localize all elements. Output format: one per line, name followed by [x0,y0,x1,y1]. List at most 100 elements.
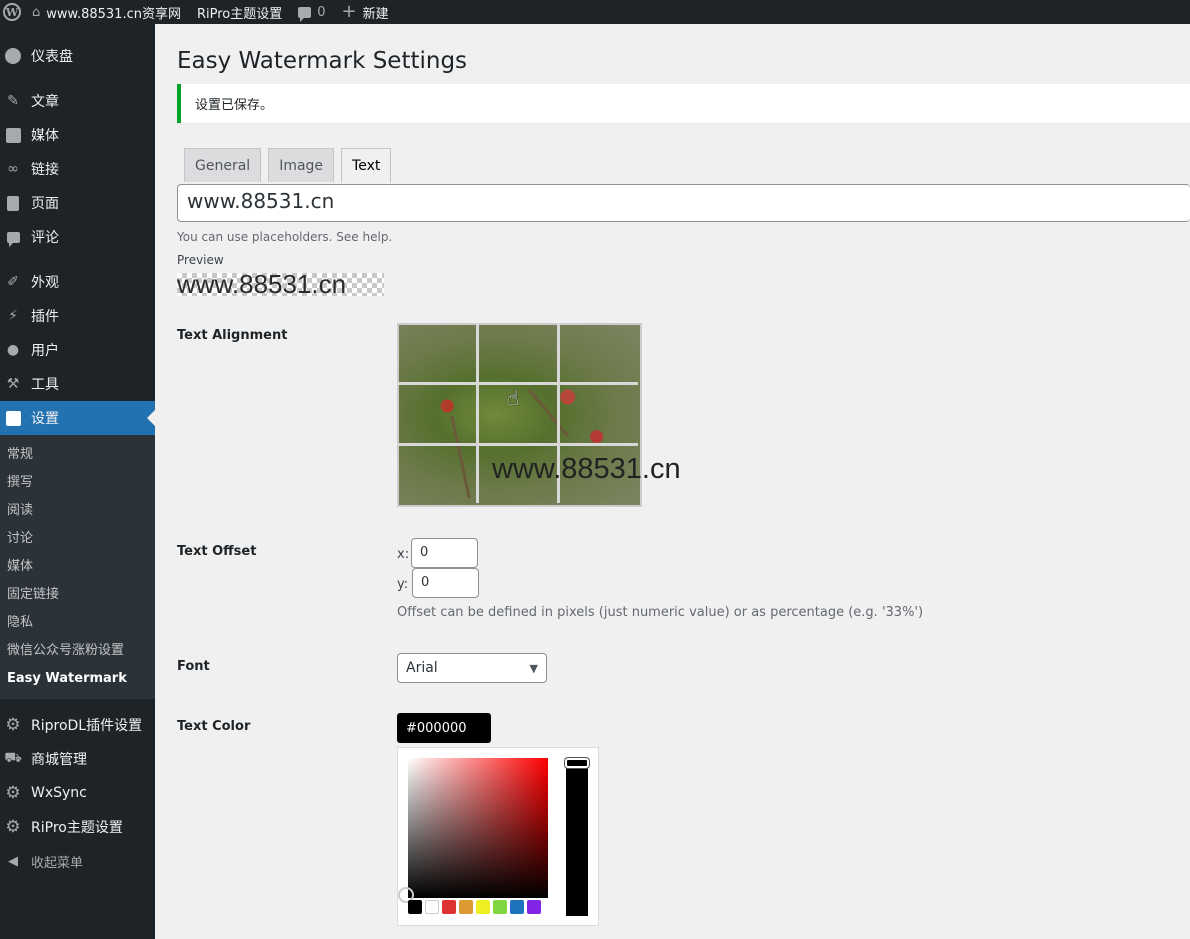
watermark-preview-image: www.88531.cn [177,273,384,296]
media-icon [4,126,22,144]
comment-icon [4,228,22,247]
gear-icon: ⚙ [5,816,21,837]
color-swatches [408,900,544,914]
collapse-menu-label: 收起菜单 [31,855,84,871]
menu-item-label: 仪表盘 [31,49,73,65]
color-swatch[interactable] [510,900,524,914]
saturation-value-area[interactable] [398,758,548,903]
submenu-item-easy-watermark[interactable]: Easy Watermark [0,665,155,693]
submenu-item-wechat[interactable]: 微信公众号涨粉设置 [0,637,155,665]
color-picker [397,747,599,926]
new-content-link[interactable]: + 新建 [334,0,397,24]
hue-slider[interactable] [565,758,589,916]
font-label: Font [177,659,210,674]
user-icon: ● [6,342,20,358]
plus-icon: + [341,1,357,22]
offset-y-input[interactable]: 0 [412,568,479,598]
color-swatch[interactable] [408,900,422,914]
hand-cursor-icon: ☝ [507,386,520,410]
menu-item-label: 评论 [31,230,59,246]
menu-item-posts[interactable]: ✎ 文章 [0,84,155,118]
offset-x-label: x: [397,547,410,562]
chevron-down-icon: ▼ [529,661,538,675]
watermark-text-input[interactable]: www.88531.cn [177,184,1190,222]
align-top-center[interactable] [480,325,558,383]
align-middle-center[interactable] [480,386,558,444]
comments-link[interactable]: 0 [290,0,333,24]
menu-item-dashboard[interactable]: 仪表盘 [0,39,155,73]
submenu-item-general[interactable]: 常规 [0,441,155,469]
menu-item-users[interactable]: ● 用户 [0,333,155,367]
wrench-icon: ⚒ [6,376,20,392]
settings-tabs: General Image Text [184,148,398,183]
offset-x-input[interactable]: 0 [411,538,478,568]
menu-item-comments[interactable]: 评论 [0,220,155,254]
theme-settings-link[interactable]: RiPro主题设置 [189,0,290,24]
hue-slider-handle[interactable] [565,758,589,768]
menu-item-label: 用户 [31,343,59,359]
menu-item-media[interactable]: 媒体 [0,118,155,152]
site-name-label: www.88531.cn资享网 [46,6,181,22]
comment-bubble-icon [298,6,312,22]
menu-item-riprodl[interactable]: ⚙ RiproDL插件设置 [0,708,155,742]
color-swatch[interactable] [527,900,541,914]
align-top-right[interactable] [562,325,640,383]
align-top-left[interactable] [399,325,477,383]
menu-item-settings[interactable]: 设置 [0,401,155,435]
text-color-input[interactable]: #000000 [397,713,491,743]
submenu-item-writing[interactable]: 撰写 [0,469,155,497]
submenu-item-privacy[interactable]: 隐私 [0,609,155,637]
placeholder-help-text: You can use placeholders. See help. [177,230,393,244]
color-swatch[interactable] [476,900,490,914]
theme-settings-label: RiPro主题设置 [196,6,283,22]
menu-item-tools[interactable]: ⚒ 工具 [0,367,155,401]
submenu-item-discussion[interactable]: 讨论 [0,525,155,553]
admin-bar: W ⌂ www.88531.cn资享网 RiPro主题设置 0 + 新建 [0,0,1190,24]
offset-help-text: Offset can be defined in pixels (just nu… [397,605,924,620]
align-middle-left[interactable] [399,386,477,444]
menu-item-label: WxSync [31,785,87,801]
submenu-item-permalinks[interactable]: 固定链接 [0,581,155,609]
brush-icon: ✐ [7,274,19,290]
tab-general[interactable]: General [184,148,262,182]
menu-item-label: RiproDL插件设置 [31,718,143,734]
menu-item-appearance[interactable]: ✐ 外观 [0,265,155,299]
tab-image[interactable]: Image [268,148,335,182]
menu-item-label: 媒体 [31,128,59,144]
offset-y-label: y: [397,577,409,592]
menu-item-label: 页面 [31,196,59,212]
dashboard-icon [4,47,22,65]
site-name-link[interactable]: ⌂ www.88531.cn资享网 [24,0,189,24]
menu-item-ripro-theme[interactable]: ⚙ RiPro主题设置 [0,810,155,844]
menu-item-plugins[interactable]: ⚡ 插件 [0,299,155,333]
page-title: Easy Watermark Settings [177,48,468,74]
comments-count: 0 [317,4,326,20]
color-swatch[interactable] [493,900,507,914]
font-select[interactable]: Arial ▼ [397,653,547,683]
submenu-item-media[interactable]: 媒体 [0,553,155,581]
collapse-arrow-icon: ◀ [8,853,18,869]
menu-item-shop[interactable]: ⛟ 商城管理 [0,742,155,776]
align-bottom-left[interactable] [399,447,477,505]
color-swatch[interactable] [425,900,439,914]
submenu-item-reading[interactable]: 阅读 [0,497,155,525]
color-swatch[interactable] [459,900,473,914]
wordpress-logo-button[interactable]: W [0,0,24,24]
color-swatch[interactable] [442,900,456,914]
font-select-value: Arial [406,660,438,676]
new-content-label: 新建 [362,6,389,22]
tab-text[interactable]: Text [341,148,392,183]
gear-icon: ⚙ [5,714,21,735]
cart-icon: ⛟ [4,750,22,766]
main-content: Easy Watermark Settings 设置已保存。 General I… [155,24,1190,939]
menu-item-pages[interactable]: 页面 [0,186,155,220]
menu-item-label: RiPro主题设置 [31,820,123,836]
admin-menu: 仪表盘 ✎ 文章 媒体 ∞ 链接 页面 评论 ✐ 外观 ⚡ 插件 ● 用户 ⚒ … [0,24,155,939]
menu-item-label: 链接 [31,162,59,178]
menu-item-links[interactable]: ∞ 链接 [0,152,155,186]
wordpress-logo-icon: W [3,3,21,21]
menu-item-label: 文章 [31,94,59,110]
align-middle-right[interactable] [562,386,640,444]
collapse-menu-button[interactable]: ◀ 收起菜单 [0,844,155,878]
menu-item-wxsync[interactable]: ⚙ WxSync [0,776,155,810]
